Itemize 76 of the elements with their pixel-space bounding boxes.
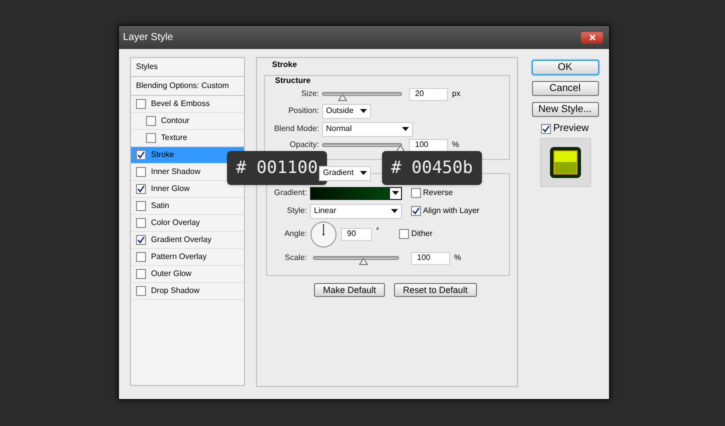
field-label: Opacity: [288,140,320,150]
unit-label: ° [376,226,380,236]
checkbox[interactable] [136,150,146,160]
list-item[interactable]: Bevel & Emboss [131,96,244,113]
checkbox[interactable] [136,184,146,194]
caret-icon [360,109,367,113]
dropdown[interactable]: Outside [322,104,371,118]
checkbox[interactable] [136,167,146,177]
input-field[interactable]: 20 [409,88,448,100]
preview-swatch [548,146,582,179]
field-label: Size: [300,89,320,99]
field-label: Position: [287,106,320,116]
checkbox[interactable] [136,286,146,296]
field-label: Style: [286,206,308,216]
checkbox-label: Dither [411,229,433,239]
check-icon [542,125,550,133]
ok-button[interactable]: OK [532,60,598,75]
checkbox[interactable] [399,229,410,239]
input-field[interactable]: 100 [411,252,450,264]
list-item[interactable]: Drop Shadow [131,283,244,300]
field-label: Angle: [283,229,308,239]
close-icon [588,34,596,41]
unit-label: % [454,253,462,263]
slider-thumb[interactable] [338,94,346,101]
button[interactable]: Cancel [532,81,598,96]
panel-header: Styles [136,62,158,72]
caret-icon [402,127,409,131]
checkbox[interactable] [411,206,421,216]
checkbox-label: Reverse [423,188,453,198]
dropdown[interactable]: Gradient [319,166,371,180]
list-item[interactable]: Color Overlay [131,215,244,232]
checkbox[interactable] [146,116,156,126]
checkbox[interactable] [411,188,421,198]
checkbox-label: Preview [553,124,589,134]
unit-label: px [452,89,460,99]
field-label: Gradient: [273,188,308,198]
unit-label: % [452,140,460,150]
list-item[interactable]: Gradient Overlay [131,232,244,249]
check-icon [412,207,420,215]
dropdown[interactable]: Normal [322,122,413,136]
caret-icon [391,209,398,213]
checkbox[interactable] [136,218,146,228]
close-button[interactable] [581,32,603,44]
list-item[interactable]: Pattern Overlay [131,249,244,266]
gradient-picker[interactable] [310,186,402,200]
checkbox-label: Align with Layer [423,206,480,216]
button[interactable]: Make Default [314,283,386,297]
check-icon [137,185,145,193]
dropdown[interactable]: Linear [310,204,402,218]
caret-icon [392,191,399,195]
angle-dial[interactable] [310,220,337,248]
button[interactable]: New Style... [532,102,598,117]
list-item[interactable]: Contour [131,113,244,130]
window-title: Layer Style [123,32,174,42]
list-item[interactable]: Outer Glow [131,266,244,283]
list-item[interactable]: Blending Options: Custom [136,81,229,91]
color-code-tooltip: # 00450b [382,151,482,185]
section-title: Stroke [272,60,298,71]
checkbox[interactable] [136,235,146,245]
checkbox[interactable] [136,201,146,211]
input-field[interactable]: 90 [341,228,372,240]
caret-icon [360,171,367,175]
checkbox[interactable] [136,99,146,109]
checkbox[interactable] [146,133,156,143]
button[interactable]: Reset to Default [394,283,477,297]
list-item[interactable]: Satin [131,198,244,215]
slider-thumb[interactable] [359,258,368,265]
check-icon [137,151,145,159]
field-label: Blend Mode: [273,124,320,134]
input-field[interactable]: 100 [409,138,448,152]
check-icon [137,236,145,244]
checkbox[interactable] [136,269,146,279]
field-label: Scale: [284,253,308,263]
checkbox[interactable] [541,124,552,134]
group-title: Structure [275,75,312,86]
checkbox[interactable] [136,252,146,262]
